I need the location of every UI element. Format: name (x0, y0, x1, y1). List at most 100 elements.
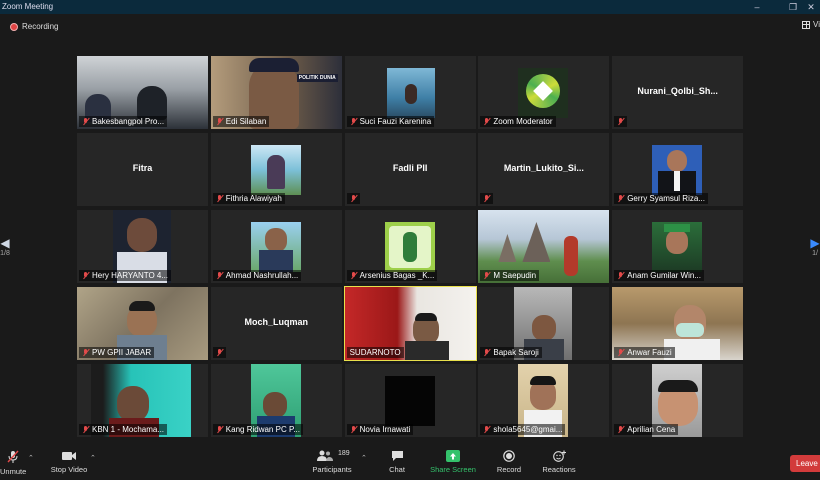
participant-tile[interactable]: Bapak Saroji (478, 287, 610, 360)
participant-nameplate: Ahmad Nashrullah... (212, 270, 302, 281)
mic-muted-icon (216, 271, 223, 280)
stop-video-button[interactable]: Stop Video (50, 450, 88, 474)
participant-tile[interactable]: Martin_Lukito_Si... (478, 133, 610, 206)
participant-display-name: Moch_Luqman (244, 317, 309, 327)
mic-muted-icon (82, 117, 89, 126)
mic-muted-icon (216, 425, 223, 434)
participant-tile[interactable]: Suci Fauzi Karenina (344, 56, 476, 129)
participant-nameplate (614, 116, 628, 127)
meeting-toolbar: Unmute ⌃ Stop Video ⌃ 189 Participants ⌃… (0, 446, 820, 480)
mic-muted-icon (617, 348, 624, 357)
chat-button[interactable]: Chat (386, 450, 408, 474)
participant-nameplate (212, 347, 226, 358)
prev-page-button[interactable]: ◀ 1/8 (0, 236, 10, 257)
participant-tile[interactable]: Arsenius Bagas _K... (344, 210, 476, 283)
participant-tile[interactable]: Hery HARYANTO 4... (77, 210, 208, 283)
participant-tile[interactable]: Gerry Syamsul Riza... (612, 133, 744, 206)
gallery-grid: Bakesbangpol Pro... POLITIK DUNIA Edi Sila… (77, 56, 744, 437)
participant-tile[interactable]: Fadli PII (344, 133, 476, 206)
participant-tile[interactable]: Anam Gumilar Win... (612, 210, 744, 283)
participant-tile[interactable]: KBN 1 - Mochama... (77, 364, 208, 437)
leave-button[interactable]: Leave (790, 455, 820, 472)
mic-muted-icon (483, 194, 490, 203)
participant-name: M Saepudin (493, 271, 537, 280)
participant-tile[interactable]: SUDARNOTO (343, 286, 477, 361)
participant-tile[interactable]: Bakesbangpol Pro... (77, 56, 208, 129)
participant-tile[interactable]: Kang Ridwan PC P... (210, 364, 342, 437)
record-button[interactable]: Record (496, 450, 522, 474)
participant-name: Bakesbangpol Pro... (92, 117, 165, 126)
participant-tile[interactable]: Anwar Fauzi (612, 287, 744, 360)
participant-tile[interactable]: Novia Irnawati (344, 364, 476, 437)
participant-name: KBN 1 - Mochama... (92, 425, 165, 434)
window-title: Zoom Meeting (2, 2, 54, 11)
participant-nameplate: Novia Irnawati (346, 424, 414, 435)
mic-muted-icon (350, 271, 357, 280)
mic-muted-icon (82, 425, 89, 434)
next-page-button[interactable]: ▶ 1/ (810, 236, 820, 257)
participant-name: Suci Fauzi Karenina (359, 117, 432, 126)
participant-nameplate: Bakesbangpol Pro... (79, 116, 168, 127)
participant-display-name: Fitra (132, 163, 153, 173)
participant-nameplate (480, 193, 494, 204)
participant-nameplate: shola5645@gmai... (480, 424, 566, 435)
participant-tile[interactable]: M Saepudin (478, 210, 610, 283)
title-bar: Zoom Meeting – ❐ ✕ (0, 0, 820, 14)
mic-muted-icon (483, 425, 490, 434)
participant-nameplate (346, 193, 360, 204)
participant-tile[interactable]: Fitra (77, 133, 208, 206)
participant-display-name: Nurani_Qolbi_Sh... (637, 86, 718, 96)
participant-name: Gerry Syamsul Riza... (627, 194, 705, 203)
recording-indicator[interactable]: Recording (10, 22, 58, 31)
mic-muted-icon (350, 117, 357, 126)
participants-count: 189 (338, 450, 350, 457)
view-button[interactable]: Vi (802, 20, 820, 29)
page-indicator-left: 1/8 (0, 250, 10, 257)
participant-display-name: Martin_Lukito_Si... (503, 163, 584, 173)
unmute-button[interactable]: Unmute (0, 450, 26, 476)
participant-tile[interactable]: Aprilian Cena (612, 364, 744, 437)
participant-nameplate: Anwar Fauzi (614, 347, 675, 358)
reactions-label: Reactions (542, 465, 576, 474)
participant-name: Bapak Saroji (493, 348, 539, 357)
participant-name: Hery HARYANTO 4... (92, 271, 169, 280)
participants-button[interactable]: 189 Participants (312, 450, 352, 474)
participant-tile[interactable]: PW GPII JABAR (77, 287, 208, 360)
participant-name: Fithria Alawiyah (225, 194, 282, 203)
record-icon (503, 450, 515, 462)
participant-tile[interactable]: POLITIK DUNIA Edi Silaban (210, 56, 342, 129)
participants-icon (317, 450, 333, 461)
participant-nameplate: Kang Ridwan PC P... (212, 424, 303, 435)
participant-nameplate: KBN 1 - Mochama... (79, 424, 168, 435)
participant-nameplate: SUDARNOTO (346, 347, 404, 358)
audio-options-chevron-icon[interactable]: ⌃ (28, 454, 34, 462)
mic-muted-icon (216, 348, 223, 357)
participant-tile[interactable]: Moch_Luqman (210, 287, 342, 360)
share-screen-icon (446, 450, 460, 462)
participant-name: SUDARNOTO (349, 348, 401, 357)
share-screen-button[interactable]: Share Screen (430, 450, 476, 474)
participants-options-chevron-icon[interactable]: ⌃ (361, 454, 367, 462)
page-indicator-right: 1/ (812, 250, 818, 257)
participant-tile[interactable]: Ahmad Nashrullah... (210, 210, 342, 283)
participant-display-name: Fadli PII (392, 163, 428, 173)
video-options-chevron-icon[interactable]: ⌃ (90, 454, 96, 462)
mic-muted-icon (216, 117, 223, 126)
smiley-plus-icon (552, 450, 566, 462)
participant-tile[interactable]: shola5645@gmai... (478, 364, 610, 437)
participant-tile[interactable]: Fithria Alawiyah (210, 133, 342, 206)
participant-name: Anam Gumilar Win... (627, 271, 701, 280)
participant-tile[interactable]: Nurani_Qolbi_Sh... (612, 56, 744, 129)
mic-muted-icon (617, 117, 624, 126)
participant-tile[interactable]: Zoom Moderator (478, 56, 610, 129)
reactions-button[interactable]: Reactions (542, 450, 576, 474)
close-icon[interactable]: ✕ (800, 0, 820, 14)
participant-name: Ahmad Nashrullah... (225, 271, 299, 280)
record-dot-icon (10, 22, 18, 31)
minimize-icon[interactable]: – (746, 0, 768, 14)
unmute-label: Unmute (0, 467, 27, 476)
video-camera-icon (62, 452, 76, 460)
participant-name: Kang Ridwan PC P... (225, 425, 300, 434)
participant-nameplate: M Saepudin (480, 270, 540, 281)
participant-nameplate: Fithria Alawiyah (212, 193, 285, 204)
